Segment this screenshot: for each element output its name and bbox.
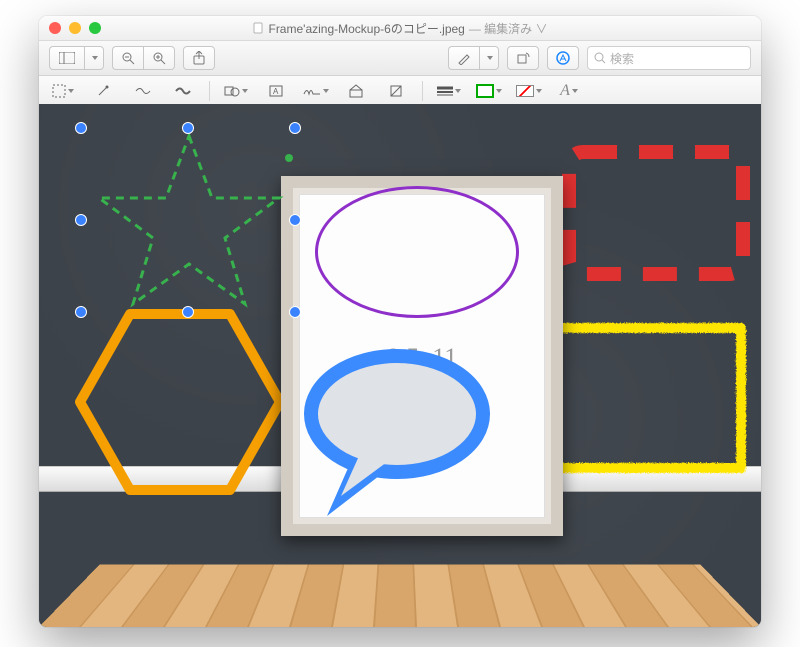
selection-icon xyxy=(52,84,66,98)
shapes-tool[interactable] xyxy=(222,79,250,103)
highlight-button[interactable] xyxy=(448,46,479,70)
signature-icon xyxy=(303,85,321,97)
instant-alpha-tool[interactable] xyxy=(89,79,117,103)
text-tool[interactable]: A xyxy=(262,79,290,103)
annotation-orange-hexagon[interactable] xyxy=(75,304,285,500)
handle-sw[interactable] xyxy=(75,306,87,318)
search-field[interactable]: 検索 xyxy=(587,46,751,70)
window-controls xyxy=(39,22,101,34)
preview-window: Frame'azing-Mockup-6のコピー.jpeg — 編集済み ∨ xyxy=(39,16,761,627)
document-icon xyxy=(252,22,264,34)
speech-bubble-icon xyxy=(297,344,497,524)
window-title: Frame'azing-Mockup-6のコピー.jpeg — 編集済み ∨ xyxy=(39,20,761,37)
adjust-color-tool[interactable] xyxy=(342,79,370,103)
markup-toolbar: A A xyxy=(39,76,761,107)
stroke-icon xyxy=(437,86,453,96)
chevron-down-icon xyxy=(487,56,493,60)
handle-s[interactable] xyxy=(182,306,194,318)
sidebar-toggle[interactable] xyxy=(49,46,104,70)
text-icon: A xyxy=(269,85,283,97)
stroke-style-tool[interactable] xyxy=(435,79,463,103)
zoom-in-button[interactable] xyxy=(143,46,175,70)
handle-e[interactable] xyxy=(289,214,301,226)
close-icon[interactable] xyxy=(49,22,61,34)
sign-tool[interactable] xyxy=(302,79,330,103)
text-style-icon: A xyxy=(560,82,570,100)
sketch-icon xyxy=(175,86,191,96)
annotation-red-dashed-rect[interactable] xyxy=(561,144,751,282)
markup-group xyxy=(448,46,499,70)
titlebar: Frame'azing-Mockup-6のコピー.jpeg — 編集済み ∨ xyxy=(39,16,761,41)
sketch-tool[interactable] xyxy=(169,79,197,103)
handle-w[interactable] xyxy=(75,214,87,226)
handle-n[interactable] xyxy=(182,122,194,134)
canvas[interactable]: 8.5x11 xyxy=(39,104,761,627)
zoom-icon[interactable] xyxy=(89,22,101,34)
zoom-out-icon xyxy=(121,51,135,65)
sidebar-icon xyxy=(59,52,75,64)
selection-tool[interactable] xyxy=(49,79,77,103)
handle-nw[interactable] xyxy=(75,122,87,134)
zoom-in-icon xyxy=(152,51,166,65)
shapes-icon xyxy=(224,84,240,98)
zoom-controls xyxy=(112,46,175,70)
minimize-icon[interactable] xyxy=(69,22,81,34)
fill-color-tool[interactable] xyxy=(515,79,543,103)
handle-ne[interactable] xyxy=(289,122,301,134)
markup-toggle[interactable] xyxy=(547,46,579,70)
text-style-tool[interactable]: A xyxy=(555,79,583,103)
annotation-green-star[interactable] xyxy=(79,126,299,316)
search-placeholder: 検索 xyxy=(610,50,634,67)
wood-floor xyxy=(39,564,761,627)
handle-se[interactable] xyxy=(289,306,301,318)
border-color-tool[interactable] xyxy=(475,79,503,103)
share-button[interactable] xyxy=(183,46,215,70)
search-icon xyxy=(594,52,606,64)
highlight-icon xyxy=(457,51,471,65)
file-name: Frame'azing-Mockup-6のコピー.jpeg xyxy=(268,20,464,37)
wand-icon xyxy=(96,84,110,98)
rotate-button[interactable] xyxy=(507,46,539,70)
chevron-down-icon xyxy=(92,56,98,60)
highlight-menu[interactable] xyxy=(479,46,499,70)
draw-tool[interactable] xyxy=(129,79,157,103)
adjust-size-tool[interactable] xyxy=(382,79,410,103)
markup-icon xyxy=(555,50,571,66)
zoom-out-button[interactable] xyxy=(112,46,143,70)
border-swatch-icon xyxy=(476,84,494,98)
resize-icon xyxy=(389,84,403,98)
svg-text:A: A xyxy=(273,87,279,96)
fill-swatch-icon xyxy=(516,85,534,97)
primary-toolbar: 検索 xyxy=(39,41,761,76)
draw-icon xyxy=(135,86,151,96)
annotation-speech-bubble[interactable] xyxy=(297,344,497,524)
edit-status: — 編集済み ∨ xyxy=(469,20,548,37)
rotate-handle[interactable] xyxy=(285,154,293,162)
share-icon xyxy=(193,51,205,65)
adjust-icon xyxy=(349,84,363,98)
rotate-icon xyxy=(516,51,530,65)
annotation-purple-ellipse[interactable] xyxy=(315,186,519,318)
